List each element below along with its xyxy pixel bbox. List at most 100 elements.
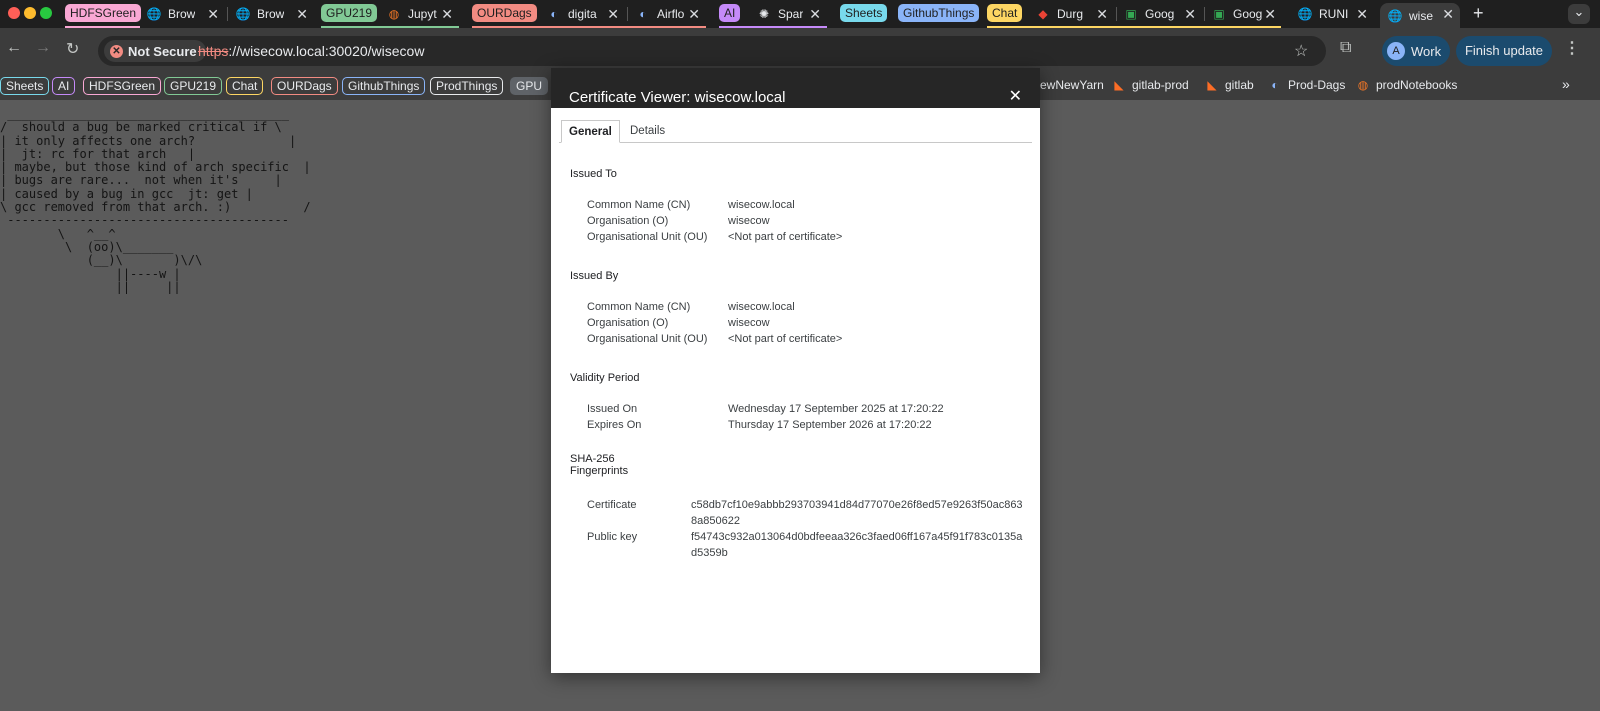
finish-update-button[interactable]: Finish update: [1456, 36, 1552, 66]
field-label: Common Name (CN): [587, 199, 691, 211]
openai-icon: ✺: [758, 7, 770, 21]
tab-spark[interactable]: ✺ Spar ✕: [757, 3, 827, 25]
bookmark-folder-hdfsgreen[interactable]: HDFSGreen: [83, 77, 162, 95]
field-value: wisecow.local: [728, 301, 795, 313]
tab-browser-1[interactable]: 🌐 Brow ✕: [147, 3, 225, 25]
url-path: ://wisecow.local:30020/wisecow: [228, 43, 425, 59]
close-tab-icon[interactable]: ✕: [1096, 6, 1108, 23]
field-value: Wednesday 17 September 2025 at 17:20:22: [728, 403, 944, 415]
avatar: A: [1387, 42, 1405, 60]
tab-digital[interactable]: ◐ digita ✕: [547, 3, 625, 25]
tab-wisecow-active[interactable]: 🌐 wise ✕: [1380, 3, 1460, 28]
cowsay-text: _______________________________________ …: [0, 107, 311, 294]
forward-icon[interactable]: →: [35, 39, 51, 57]
section-heading-fingerprints: SHA-256: [570, 453, 615, 465]
bookmark-label: gitlab: [1225, 78, 1254, 92]
url-text[interactable]: https://wisecow.local:30020/wisecow: [198, 43, 424, 59]
bookmark-star-icon[interactable]: ☆: [1294, 41, 1308, 61]
tab-separator: [627, 7, 628, 21]
address-bar[interactable]: ✕ Not Secure https://wisecow.local:30020…: [98, 36, 1326, 66]
close-tab-icon[interactable]: ✕: [296, 6, 308, 23]
reload-icon[interactable]: ↻: [66, 39, 79, 59]
airflow-icon: ◐: [1271, 78, 1279, 92]
bookmark-folder-ai[interactable]: AI: [52, 77, 76, 95]
field-label: Organisational Unit (OU): [587, 231, 708, 243]
tab-group-chat[interactable]: Chat: [987, 4, 1023, 22]
tab-browser-2[interactable]: 🌐 Brow ✕: [236, 3, 314, 25]
section-heading-issued-to: Issued To: [570, 168, 617, 180]
bookmark-newyarn[interactable]: ewNewYarn: [1040, 78, 1104, 92]
jupyter-icon: ◍: [1357, 78, 1369, 92]
bookmark-folder-gpu[interactable]: GPU: [510, 77, 549, 95]
tab-airflow[interactable]: ◐ Airflo ✕: [636, 3, 706, 25]
close-tab-icon[interactable]: ✕: [1442, 6, 1454, 23]
tab-details[interactable]: Details: [623, 120, 672, 143]
field-label: Public key: [587, 531, 638, 543]
new-tab-button[interactable]: +: [1473, 3, 1484, 24]
airflow-icon: ◐: [639, 7, 647, 21]
bookmark-prod-dags[interactable]: ◐ Prod-Dags: [1268, 78, 1345, 92]
close-icon[interactable]: ✕: [1009, 86, 1022, 106]
profile-button[interactable]: A Work: [1382, 36, 1450, 66]
close-tab-icon[interactable]: ✕: [607, 6, 619, 23]
tab-group-gpu219[interactable]: GPU219: [321, 4, 378, 22]
close-tab-icon[interactable]: ✕: [809, 6, 821, 23]
back-icon[interactable]: ←: [6, 39, 22, 57]
tab-group-githubthings[interactable]: GithubThings: [898, 4, 980, 22]
section-heading-fingerprints-line2: Fingerprints: [570, 465, 629, 477]
bookmark-folder-gpu219[interactable]: GPU219: [164, 77, 223, 95]
maximize-window-button[interactable]: [40, 7, 52, 19]
kebab-menu-icon[interactable]: ⋮: [1564, 38, 1580, 58]
minimize-window-button[interactable]: [24, 7, 36, 19]
tab-label: Brow: [168, 7, 196, 21]
tab-label: wise: [1409, 8, 1434, 23]
bookmark-folder-sheets[interactable]: Sheets: [0, 77, 50, 95]
close-tab-icon[interactable]: ✕: [207, 6, 219, 23]
close-window-button[interactable]: [8, 7, 20, 19]
field-label: Organisation (O): [587, 317, 669, 329]
not-secure-label: Not Secure: [128, 43, 197, 59]
google-meet-icon: ▣: [1125, 7, 1137, 21]
tab-google-2[interactable]: ▣ Goog ✕: [1212, 3, 1282, 25]
not-secure-chip[interactable]: ✕ Not Secure: [104, 40, 206, 62]
close-tab-icon[interactable]: ✕: [1184, 6, 1196, 23]
airflow-icon: ◐: [550, 7, 558, 21]
close-tab-icon[interactable]: ✕: [1264, 6, 1276, 23]
tab-group-ai[interactable]: AI: [719, 4, 741, 22]
close-tab-icon[interactable]: ✕: [1356, 6, 1368, 23]
bookmarks-overflow-button[interactable]: »: [1562, 76, 1570, 92]
extensions-icon[interactable]: ⧉: [1340, 39, 1351, 57]
bookmark-gitlab[interactable]: ◣ gitlab: [1205, 78, 1254, 92]
tab-search-button[interactable]: ⌄: [1568, 4, 1590, 24]
bookmark-folder-prodthings[interactable]: ProdThings: [430, 77, 504, 95]
tab-general[interactable]: General: [561, 120, 620, 143]
bookmark-folder-ourdags[interactable]: OURDags: [271, 77, 338, 95]
bookmark-label: Prod-Dags: [1288, 78, 1346, 92]
field-label: Certificate: [587, 499, 637, 511]
tab-label: Airflo: [657, 7, 685, 21]
globe-icon: 🌐: [147, 7, 162, 21]
profile-label: Work: [1411, 43, 1442, 59]
close-tab-icon[interactable]: ✕: [441, 6, 453, 23]
field-label: Organisational Unit (OU): [587, 333, 708, 345]
field-label: Common Name (CN): [587, 301, 691, 313]
field-value: wisecow.local: [728, 199, 795, 211]
tab-separator: [227, 7, 228, 21]
field-value: <Not part of certificate>: [728, 231, 843, 243]
bookmark-folder-githubthings[interactable]: GithubThings: [342, 77, 426, 95]
tab-runi[interactable]: 🌐 RUNI ✕: [1298, 3, 1374, 25]
tab-group-sheets[interactable]: Sheets: [840, 4, 888, 22]
tab-group-hdfsgreen[interactable]: HDFSGreen: [65, 4, 142, 22]
warning-icon: ✕: [110, 44, 123, 58]
tab-jupyter[interactable]: ◍ Jupyt ✕: [387, 3, 459, 25]
tab-group-ourdags[interactable]: OURDags: [472, 4, 537, 22]
tab-google-1[interactable]: ▣ Goog ✕: [1124, 3, 1202, 25]
bookmark-folder-chat[interactable]: Chat: [226, 77, 264, 95]
close-tab-icon[interactable]: ✕: [688, 6, 700, 23]
bookmark-label: gitlab-prod: [1132, 78, 1189, 92]
tab-label: Goog: [1233, 7, 1263, 21]
tab-label: Durg: [1057, 7, 1084, 21]
bookmark-prodnotebooks[interactable]: ◍ prodNotebooks: [1356, 78, 1458, 92]
bookmark-gitlab-prod[interactable]: ◣ gitlab-prod: [1112, 78, 1189, 92]
tab-durga[interactable]: ◆ Durg ✕: [1036, 3, 1114, 25]
